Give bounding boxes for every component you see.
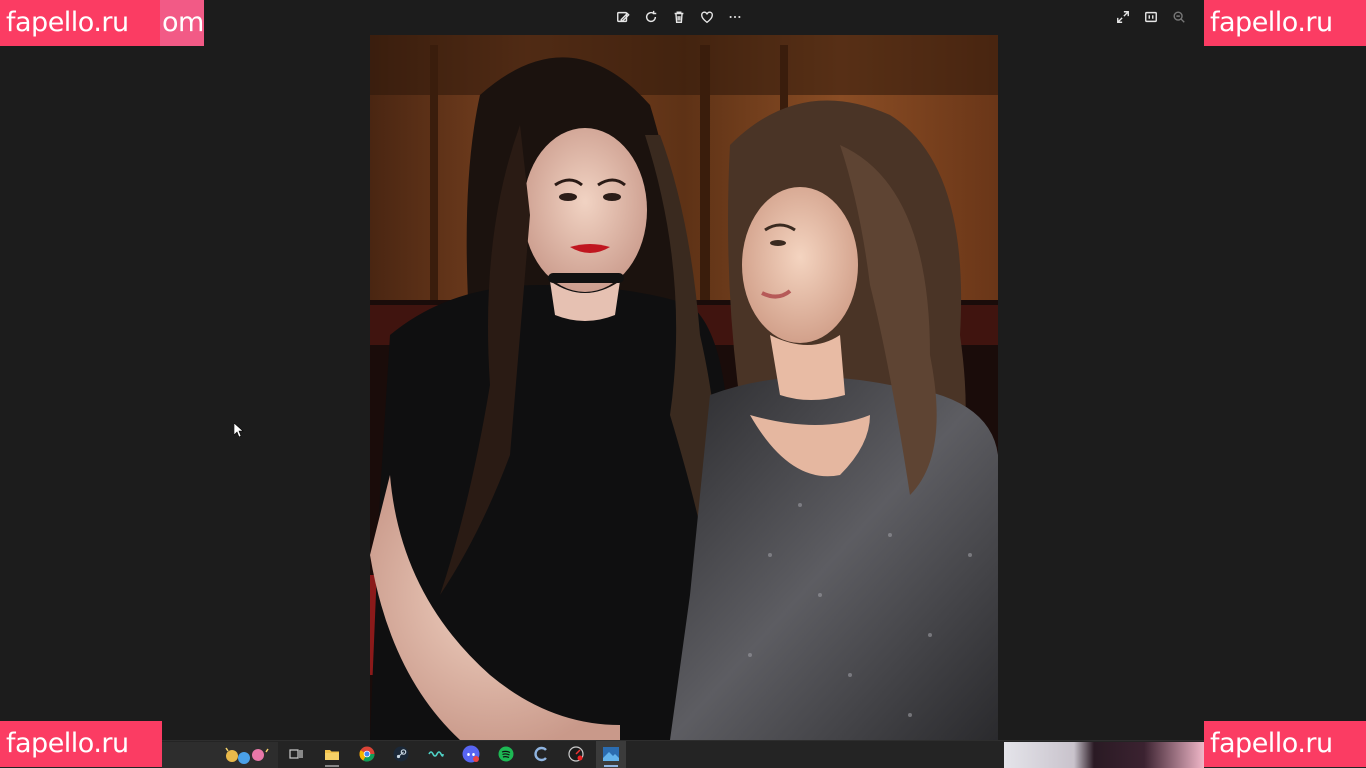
- mouse-cursor-icon: [234, 423, 244, 437]
- file-explorer-icon[interactable]: [323, 745, 341, 763]
- ellipsis-icon: [729, 15, 741, 19]
- rotate-button[interactable]: [640, 6, 662, 28]
- toolbar-actions: [612, 6, 746, 28]
- photos-icon[interactable]: [602, 745, 620, 763]
- notification-preview-thumbnail[interactable]: [1004, 742, 1204, 768]
- watermark-top-left: fapello.ru: [0, 0, 162, 46]
- viewer-toolbar: [0, 0, 1366, 34]
- watermark-bottom-right: fapello.ru: [1204, 721, 1366, 767]
- trash-icon: [674, 11, 684, 23]
- more-options-button[interactable]: [724, 6, 746, 28]
- task-view-icon[interactable]: [287, 745, 305, 763]
- active-app-indicator: [604, 765, 618, 767]
- rotate-icon: [645, 10, 657, 23]
- steam-icon[interactable]: [392, 745, 410, 763]
- actual-size-button[interactable]: [1140, 6, 1162, 28]
- heart-icon: [701, 11, 713, 24]
- actual-size-icon: [1145, 11, 1157, 23]
- photo-image: [370, 35, 998, 740]
- toolbar-view-controls: [1112, 6, 1190, 28]
- delete-button[interactable]: [668, 6, 690, 28]
- edit-image-button[interactable]: [612, 6, 634, 28]
- zoom-out-button[interactable]: [1168, 6, 1190, 28]
- edit-image-icon: [617, 11, 630, 23]
- search-highlight-icon: [225, 747, 269, 764]
- expand-icon: [1117, 11, 1129, 23]
- wavy-app-icon[interactable]: [427, 745, 445, 763]
- spotify-icon[interactable]: [497, 745, 515, 763]
- zoom-out-icon: [1173, 11, 1185, 23]
- watermark-top-left-extra: om: [160, 0, 204, 46]
- speed-app-icon[interactable]: [567, 745, 585, 763]
- favorite-button[interactable]: [696, 6, 718, 28]
- discord-icon[interactable]: [462, 745, 480, 763]
- running-app-indicator: [325, 765, 339, 767]
- chrome-icon[interactable]: [358, 745, 376, 763]
- taskbar-search-box[interactable]: [162, 742, 278, 768]
- ccleaner-icon[interactable]: [532, 745, 550, 763]
- watermark-top-right: fapello.ru: [1204, 0, 1366, 46]
- displayed-photo[interactable]: [370, 35, 998, 740]
- watermark-bottom-left: fapello.ru: [0, 721, 162, 767]
- full-screen-button[interactable]: [1112, 6, 1134, 28]
